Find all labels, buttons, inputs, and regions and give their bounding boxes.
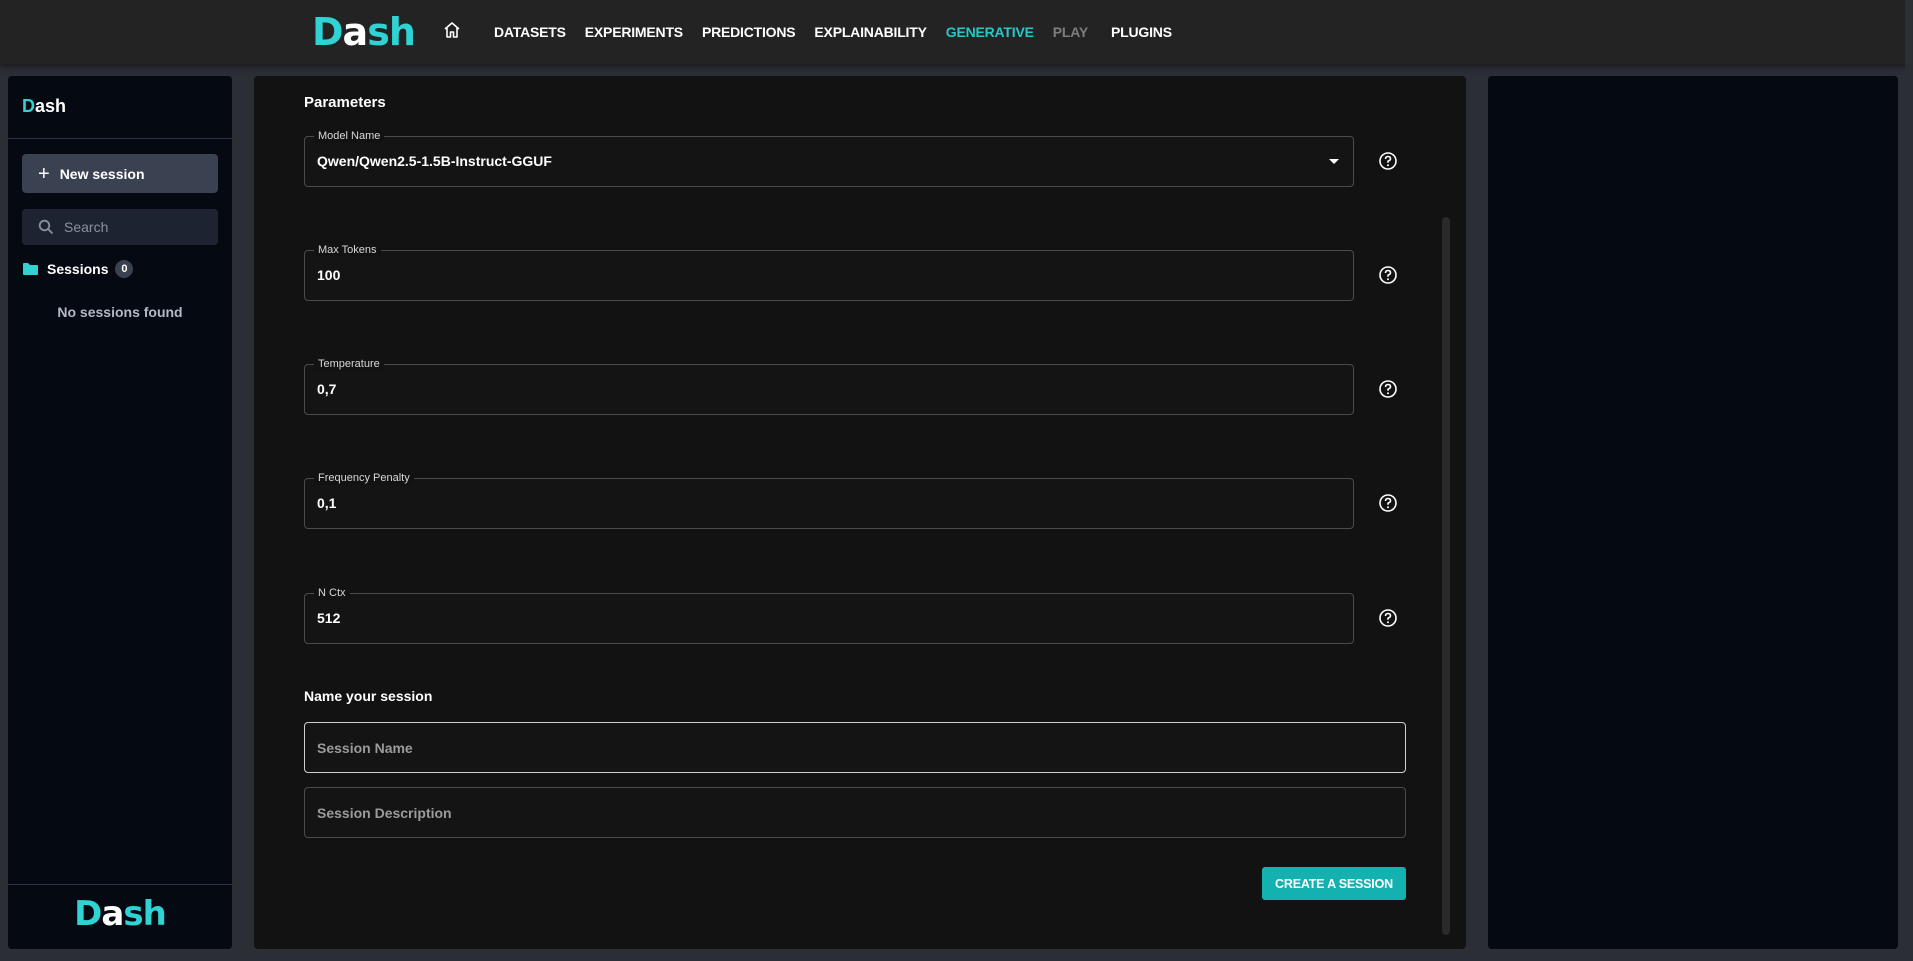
- chat-panel: [1488, 76, 1898, 949]
- frequency-penalty-field[interactable]: Frequency Penalty 0,1: [304, 471, 1354, 529]
- help-icon[interactable]: [1378, 379, 1398, 399]
- logo-letter: D: [74, 894, 102, 934]
- divider: [8, 138, 232, 139]
- name-session-title: Name your session: [304, 688, 433, 704]
- new-session-label: New session: [59, 165, 145, 182]
- window-scrollbar[interactable]: [1905, 0, 1913, 961]
- logo-letter: sh: [367, 10, 416, 54]
- scrollbar-thumb[interactable]: [1442, 217, 1450, 935]
- search-icon: [38, 219, 54, 235]
- nav-plugins[interactable]: PLUGINS: [1111, 24, 1172, 40]
- folder-icon: [23, 263, 38, 275]
- sidebar-title-accent: D: [22, 96, 35, 116]
- nav-explainability[interactable]: EXPLAINABILITY: [814, 24, 927, 40]
- max-tokens-field[interactable]: Max Tokens 100: [304, 243, 1354, 301]
- session-config-panel: Parameters Model Name Qwen/Qwen2.5-1.5B-…: [254, 76, 1466, 949]
- help-icon[interactable]: [1378, 265, 1398, 285]
- max-tokens-value: 100: [317, 267, 341, 283]
- logo-letter: a: [342, 10, 369, 54]
- sessions-folder[interactable]: Sessions 0: [22, 260, 134, 278]
- temperature-field[interactable]: Temperature 0,7: [304, 357, 1354, 415]
- footer-logo: Dash: [8, 894, 232, 934]
- divider: [8, 884, 232, 885]
- session-name-wrapper: [304, 722, 1406, 773]
- nav-menu: DATASETS EXPERIMENTS PREDICTIONS EXPLAIN…: [494, 0, 1191, 64]
- model-name-select[interactable]: Model Name Qwen/Qwen2.5-1.5B-Instruct-GG…: [304, 129, 1354, 187]
- logo-letter: a: [101, 894, 124, 934]
- nav-generative[interactable]: GENERATIVE: [946, 24, 1034, 40]
- n-ctx-field[interactable]: N Ctx 512: [304, 586, 1354, 644]
- session-name-input[interactable]: [317, 739, 1387, 756]
- new-session-button[interactable]: + New session: [22, 154, 218, 193]
- logo-letter: sh: [123, 894, 166, 934]
- session-description-wrapper: [304, 787, 1406, 838]
- help-icon[interactable]: [1378, 151, 1398, 171]
- temperature-value: 0,7: [317, 381, 337, 397]
- nav-experiments[interactable]: EXPERIMENTS: [585, 24, 683, 40]
- n-ctx-value: 512: [317, 610, 341, 626]
- app-logo[interactable]: Dash: [312, 10, 416, 54]
- sessions-count-badge: 0: [115, 260, 134, 278]
- nav-datasets[interactable]: DATASETS: [494, 24, 566, 40]
- plus-icon: +: [38, 162, 50, 185]
- help-icon[interactable]: [1378, 608, 1398, 628]
- empty-sessions-text: No sessions found: [57, 304, 183, 320]
- session-description-input[interactable]: [317, 804, 1387, 821]
- create-session-button[interactable]: CREATE A SESSION: [1262, 867, 1406, 900]
- main-scrollbar[interactable]: [1442, 217, 1450, 935]
- home-icon[interactable]: [442, 20, 462, 40]
- sidebar-title-rest: ash: [35, 96, 67, 116]
- sessions-label: Sessions: [47, 261, 109, 277]
- sidebar-title: Dash: [22, 96, 66, 117]
- nav-play: PLAY: [1052, 24, 1088, 40]
- logo-letter: D: [312, 10, 344, 54]
- session-search: [22, 209, 218, 245]
- search-input[interactable]: [64, 219, 204, 235]
- help-icon[interactable]: [1378, 493, 1398, 513]
- parameters-title: Parameters: [304, 94, 386, 111]
- frequency-penalty-value: 0,1: [317, 495, 337, 511]
- nav-predictions[interactable]: PREDICTIONS: [702, 24, 796, 40]
- chevron-down-icon: [1329, 159, 1339, 164]
- sessions-sidebar: Dash + New session Sessions 0 No session…: [8, 76, 232, 949]
- top-navigation-bar: Dash DATASETS EXPERIMENTS PREDICTIONS EX…: [0, 0, 1913, 64]
- model-name-value: Qwen/Qwen2.5-1.5B-Instruct-GGUF: [317, 153, 552, 169]
